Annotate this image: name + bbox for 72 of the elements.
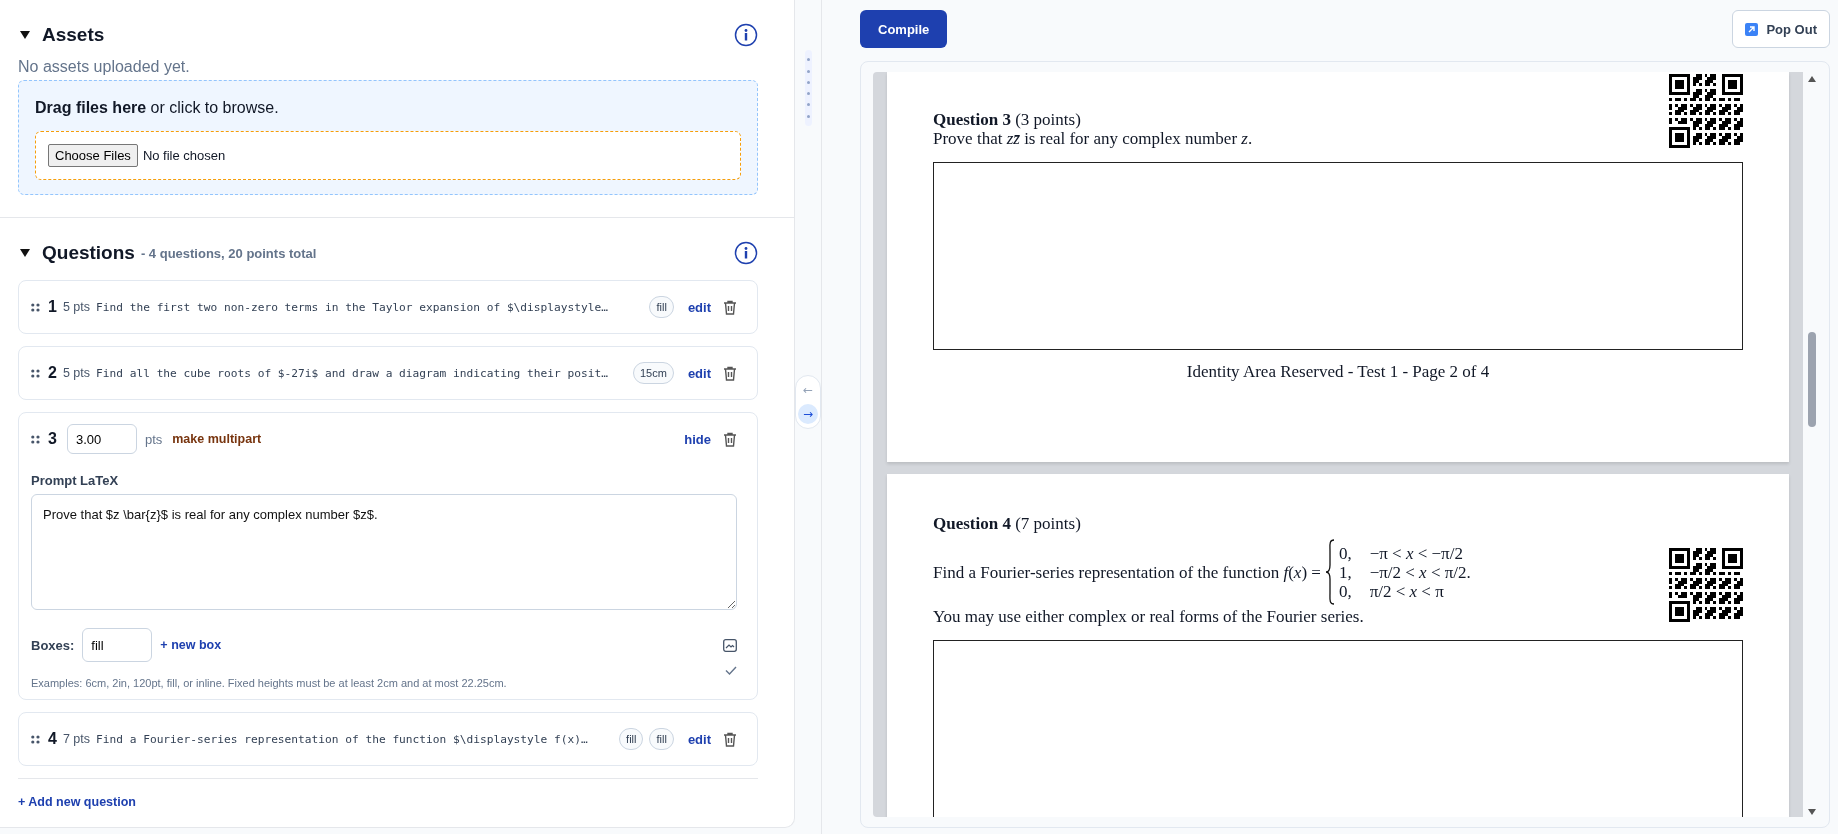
page-footer: Identity Area Reserved - Test 1 - Page 2 of 4 <box>933 362 1743 382</box>
file-field[interactable]: Choose Files No file chosen <box>35 131 741 180</box>
hide-link[interactable]: hide <box>684 431 711 447</box>
prompt-field[interactable]: Prove that $z \bar{z}$ is real for any complex number $z$. <box>31 494 737 610</box>
caret-icon[interactable] <box>20 31 30 39</box>
case-condition: −π/2 < x < π/2. <box>1369 562 1471 582</box>
case-value: 0, <box>1338 581 1352 601</box>
box-tag: 15cm <box>632 362 674 384</box>
empty-message: No assets uploaded yet. <box>18 58 191 76</box>
drop-prompt: Drag files here or click to browse. <box>35 99 280 117</box>
trash-icon[interactable] <box>723 299 737 315</box>
check-icon[interactable] <box>725 666 737 675</box>
trash-icon[interactable] <box>723 431 737 447</box>
case-value: 1, <box>1338 562 1352 582</box>
question-heading: Question 4 (7 points) <box>933 514 1082 533</box>
question-prompt: Find the first two non-zero terms in the Taylor expansion of $\displaystyle… <box>96 300 608 314</box>
scroll-down-icon[interactable] <box>1808 809 1816 815</box>
trash-icon[interactable] <box>723 365 737 381</box>
pop-out-icon <box>1745 22 1759 36</box>
case-condition: π/2 < x < π <box>1369 581 1445 601</box>
scroll-up-icon[interactable] <box>1808 76 1816 82</box>
question-heading: Question 3 (3 points) <box>933 110 1082 129</box>
drag-handle-icon[interactable] <box>31 368 40 378</box>
compile-button[interactable]: Compile <box>860 10 948 48</box>
question-points: 5 pts <box>62 366 90 380</box>
new-box-link[interactable]: + new box <box>160 638 222 652</box>
resize-handle[interactable] <box>804 50 812 126</box>
case-value: 0, <box>1338 543 1352 563</box>
pop-out-button[interactable]: Pop Out <box>1732 10 1830 48</box>
hint-text: Examples: 6cm, 2in, 120pt, fill, or inline. Fixed heights must be at least 2cm and at most 22.25cm. <box>31 677 508 689</box>
caret-icon[interactable] <box>20 249 30 257</box>
file-status: No file chosen <box>142 148 226 163</box>
scrollbar-thumb[interactable] <box>1808 332 1816 427</box>
make-multipart-link[interactable]: make multipart <box>172 432 262 446</box>
drag-handle-icon[interactable] <box>31 302 40 312</box>
edit-link[interactable]: edit <box>687 299 711 315</box>
question-number: 1 <box>48 298 57 316</box>
question-text: Find a Fourier-series representation of the function f(x) = <box>933 562 1321 582</box>
box-tag: fill <box>619 728 644 750</box>
question-points: 5 pts <box>62 300 90 314</box>
drag-handle-icon[interactable] <box>31 734 40 744</box>
points-field[interactable]: 3.00 <box>66 424 137 454</box>
choose-files-button[interactable]: Choose Files <box>48 144 138 167</box>
box-tag: fill <box>649 728 674 750</box>
box-field[interactable]: fill <box>82 628 153 662</box>
question-text: You may use either complex or real forms of the Fourier series. <box>933 607 1365 626</box>
trash-icon[interactable] <box>723 731 737 747</box>
question-number: 2 <box>48 364 57 382</box>
drag-handle-icon[interactable] <box>31 434 40 444</box>
case-condition: −π < x < −π/2 <box>1369 543 1464 563</box>
add-question-link[interactable]: + Add new question <box>18 795 136 809</box>
box-tag: fill <box>649 296 674 318</box>
info-icon[interactable] <box>734 23 758 47</box>
boxes-label: Boxes: <box>31 637 75 653</box>
collapse-right-button[interactable]: → <box>798 404 818 424</box>
section-title: Questions <box>42 242 135 264</box>
drop-zone[interactable]: Drag files here or click to browse. Choose Files No file chosen <box>18 80 758 195</box>
question-prompt: Find all the cube roots of $-27i$ and draw a diagram indicating their posit… <box>96 366 608 380</box>
question-points: 7 pts <box>62 732 90 746</box>
points-unit: pts <box>144 431 163 447</box>
brace-drawing <box>1324 539 1335 605</box>
prompt-label: Prompt LaTeX <box>31 473 120 488</box>
question-number: 3 <box>48 430 57 448</box>
question-text: Prove that zz̄ is real for any complex number z. <box>933 129 1253 148</box>
edit-link[interactable]: edit <box>687 731 711 747</box>
questions-summary: - 4 questions, 20 points total <box>140 245 317 261</box>
question-prompt: Find a Fourier-series representation of the function $\displaystyle f(x)… <box>96 732 588 746</box>
edit-link[interactable]: edit <box>687 365 711 381</box>
section-title: Assets <box>42 24 105 46</box>
question-number: 4 <box>48 730 57 748</box>
info-icon[interactable] <box>734 241 758 265</box>
image-icon[interactable] <box>723 638 737 652</box>
